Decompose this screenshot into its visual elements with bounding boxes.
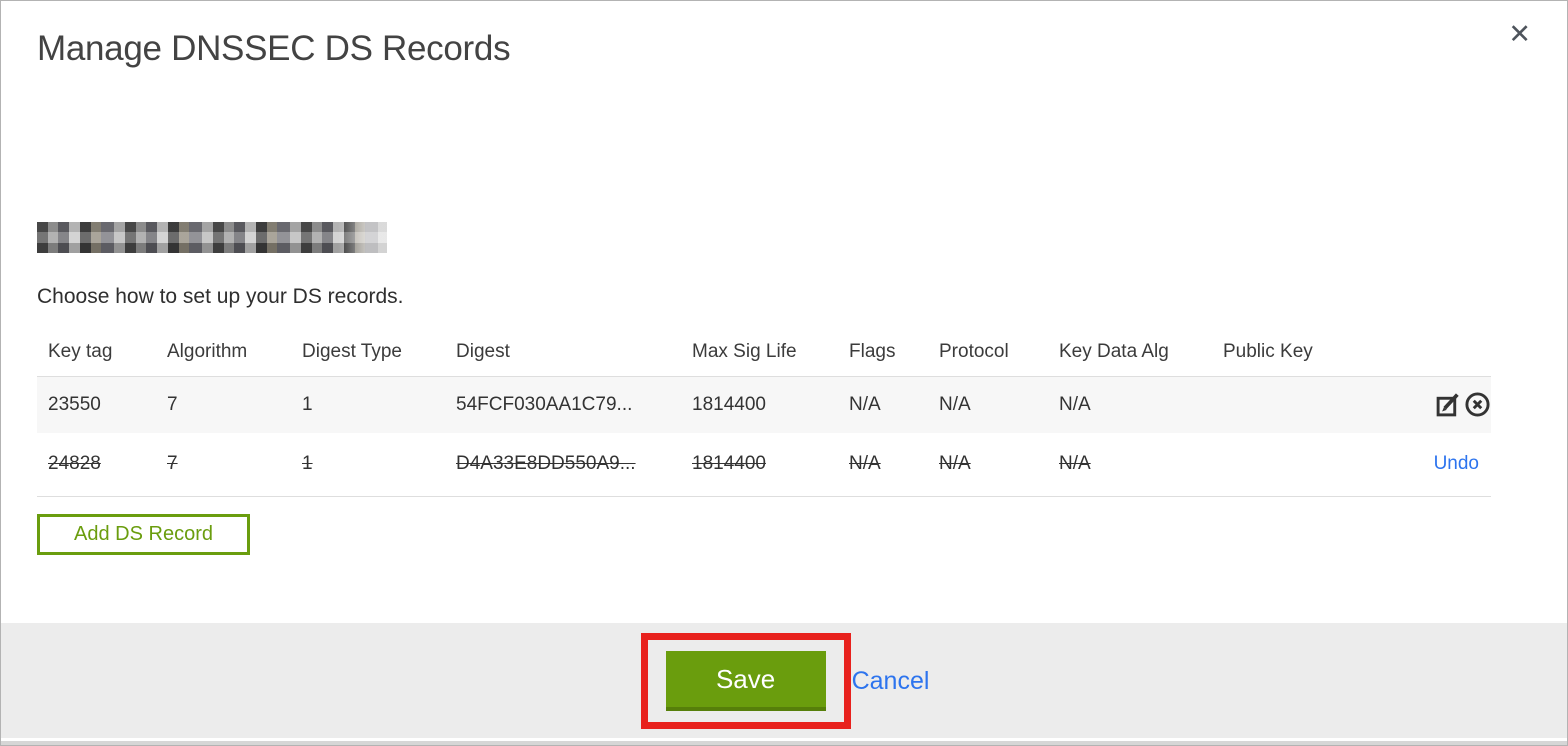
cell-digest-type: 1 — [302, 393, 313, 415]
cell-digest: 54FCF030AA1C79... — [456, 393, 633, 415]
cancel-link[interactable]: Cancel — [852, 667, 930, 696]
cell-protocol: N/A — [939, 393, 971, 415]
table-row: 23550 7 1 54FCF030AA1C79... 1814400 N/A … — [37, 376, 1491, 433]
cell-algorithm: 7 — [167, 453, 178, 475]
dialog-bottom-edge — [1, 738, 1567, 745]
column-header-key-tag: Key tag — [48, 340, 113, 362]
cell-key-tag: 23550 — [48, 393, 101, 415]
delete-icon — [1465, 392, 1490, 417]
row-actions: Undo — [1353, 433, 1491, 496]
cell-key-data-alg: N/A — [1059, 393, 1091, 415]
cell-flags: N/A — [849, 393, 881, 415]
undo-delete-link[interactable]: Undo — [1434, 453, 1479, 474]
redacted-domain-name — [37, 222, 387, 253]
column-header-max-sig-life: Max Sig Life — [692, 340, 797, 362]
cell-public-key — [1223, 433, 1353, 496]
table-row: 24828 7 1 D4A33E8DD550A9... 1814400 N/A … — [37, 433, 1491, 496]
cell-algorithm: 7 — [167, 393, 178, 415]
cell-digest-type: 1 — [302, 453, 313, 475]
modal-footer: Save Cancel — [1, 623, 1567, 739]
close-icon[interactable]: ✕ — [1508, 21, 1531, 48]
column-header-digest-type: Digest Type — [302, 340, 402, 362]
column-header-digest: Digest — [456, 340, 510, 362]
column-header-protocol: Protocol — [939, 340, 1009, 362]
cell-max-sig-life: 1814400 — [692, 453, 766, 475]
row-actions — [1353, 376, 1491, 433]
annotation-highlight-rectangle: Save — [640, 633, 851, 729]
edit-icon — [1436, 393, 1459, 417]
page-title: Manage DNSSEC DS Records — [37, 29, 511, 68]
column-header-flags: Flags — [849, 340, 896, 362]
cell-key-tag: 24828 — [48, 453, 101, 475]
dnssec-modal: Manage DNSSEC DS Records ✕ Choose how to… — [0, 0, 1568, 746]
column-header-algorithm: Algorithm — [167, 340, 248, 362]
cell-flags: N/A — [849, 453, 881, 475]
save-button[interactable]: Save — [665, 651, 826, 711]
cell-public-key — [1223, 376, 1353, 433]
cell-digest: D4A33E8DD550A9... — [456, 453, 636, 475]
column-header-public-key: Public Key — [1223, 340, 1313, 362]
edit-record-button[interactable] — [1435, 391, 1462, 418]
cell-protocol: N/A — [939, 453, 971, 475]
subtitle-text: Choose how to set up your DS records. — [37, 285, 404, 308]
column-header-key-data-alg: Key Data Alg — [1059, 340, 1169, 362]
delete-record-button[interactable] — [1464, 391, 1491, 418]
add-ds-record-button[interactable]: Add DS Record — [37, 514, 250, 555]
cell-key-data-alg: N/A — [1059, 453, 1091, 475]
ds-records-table: Key tag Algorithm Digest Type Digest Max… — [37, 328, 1491, 497]
cell-max-sig-life: 1814400 — [692, 393, 766, 415]
column-header-actions — [1353, 328, 1491, 376]
table-header-row: Key tag Algorithm Digest Type Digest Max… — [37, 328, 1491, 376]
